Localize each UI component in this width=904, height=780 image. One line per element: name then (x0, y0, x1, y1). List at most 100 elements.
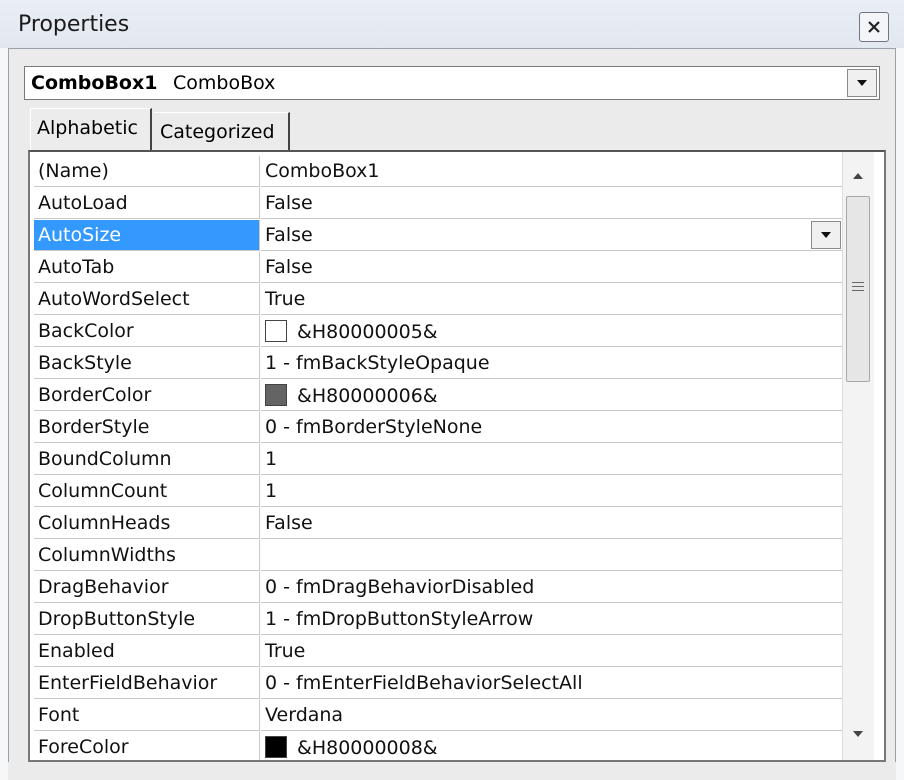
property-value-text: Verdana (265, 704, 344, 726)
property-value[interactable] (261, 540, 842, 571)
scroll-up-icon (853, 173, 863, 179)
property-value-text: False (265, 224, 313, 246)
grip-icon (852, 282, 864, 294)
property-value[interactable]: 1 (261, 444, 842, 475)
property-value[interactable]: ComboBox1 (261, 156, 842, 187)
property-row[interactable]: AutoWordSelect True (34, 284, 842, 316)
window-title: Properties (18, 12, 130, 37)
close-icon (868, 21, 880, 33)
property-value-text: 0 - fmDragBehaviorDisabled (265, 576, 535, 598)
property-row[interactable]: BackStyle 1 - fmBackStyleOpaque (34, 348, 842, 380)
property-row[interactable]: AutoLoad False (34, 188, 842, 220)
tab-categorized[interactable]: Categorized (154, 112, 290, 150)
property-name[interactable]: BorderStyle (34, 412, 260, 443)
close-button[interactable] (859, 12, 889, 42)
property-value-text: False (265, 192, 313, 214)
property-value[interactable]: True (261, 636, 842, 667)
property-name[interactable]: AutoLoad (34, 188, 260, 219)
property-name[interactable]: (Name) (34, 156, 260, 187)
property-row[interactable]: EnterFieldBehavior 0 - fmEnterFieldBehavi… (34, 668, 842, 700)
property-row[interactable]: BorderStyle 0 - fmBorderStyleNone (34, 412, 842, 444)
object-dropdown-button[interactable] (847, 69, 877, 97)
chevron-down-icon (821, 232, 831, 238)
property-name[interactable]: ColumnHeads (34, 508, 260, 539)
property-name[interactable]: EnterFieldBehavior (34, 668, 260, 699)
scroll-up-button[interactable] (843, 160, 873, 192)
property-row[interactable]: DragBehavior 0 - fmDragBehaviorDisabled (34, 572, 842, 604)
property-value[interactable]: 0 - fmBorderStyleNone (261, 412, 842, 443)
property-value[interactable]: 0 - fmEnterFieldBehaviorSelectAll (261, 668, 842, 699)
object-type: ComboBox (173, 72, 276, 94)
property-row[interactable]: BackColor &H80000005& (34, 316, 842, 348)
property-name[interactable]: Enabled (34, 636, 260, 667)
property-row[interactable]: ColumnCount 1 (34, 476, 842, 508)
scroll-thumb[interactable] (846, 196, 870, 382)
property-name[interactable]: BackColor (34, 316, 260, 347)
property-value[interactable]: &H80000006& (261, 380, 842, 411)
property-row[interactable]: ForeColor &H80000008& (34, 732, 842, 760)
property-row[interactable]: (Name) ComboBox1 (34, 156, 842, 188)
object-name: ComboBox1 (31, 72, 158, 94)
property-value-text: &H80000005& (297, 321, 438, 343)
color-swatch (265, 736, 287, 758)
property-value-text: 0 - fmBorderStyleNone (265, 416, 483, 438)
property-value-text: 1 - fmBackStyleOpaque (265, 352, 490, 374)
property-row[interactable]: Enabled True (34, 636, 842, 668)
property-name[interactable]: BorderColor (34, 380, 260, 411)
scroll-down-button[interactable] (843, 718, 873, 750)
property-value[interactable]: Verdana (261, 700, 842, 731)
property-row[interactable]: Font Verdana (34, 700, 842, 732)
property-name[interactable]: Font (34, 700, 260, 731)
property-name[interactable]: ColumnCount (34, 476, 260, 507)
property-value-text: False (265, 256, 313, 278)
property-row[interactable]: ColumnHeads False (34, 508, 842, 540)
property-name[interactable]: AutoSize (34, 220, 260, 251)
property-value-text: ComboBox1 (265, 160, 380, 182)
property-value-text: 1 (265, 448, 278, 470)
property-value-text: &H80000006& (297, 385, 438, 407)
property-name[interactable]: AutoTab (34, 252, 260, 283)
property-value-text: True (265, 640, 306, 662)
color-swatch (265, 320, 287, 342)
property-row[interactable]: AutoSize False (34, 220, 842, 252)
property-name[interactable]: AutoWordSelect (34, 284, 260, 315)
property-name[interactable]: ForeColor (34, 732, 260, 760)
property-row[interactable]: ColumnWidths (34, 540, 842, 572)
property-name[interactable]: ColumnWidths (34, 540, 260, 571)
property-name[interactable]: DropButtonStyle (34, 604, 260, 635)
property-value-text: &H80000008& (297, 737, 438, 759)
property-value[interactable]: 1 - fmBackStyleOpaque (261, 348, 842, 379)
property-row[interactable]: BorderColor &H80000006& (34, 380, 842, 412)
color-swatch (265, 384, 287, 406)
object-selector[interactable]: ComboBox1 ComboBox (24, 66, 880, 100)
property-value-text: 1 (265, 480, 278, 502)
property-row[interactable]: AutoTab False (34, 252, 842, 284)
property-value[interactable]: 1 (261, 476, 842, 507)
property-value[interactable]: False (261, 220, 842, 251)
property-row[interactable]: DropButtonStyle 1 - fmDropButtonStyleArro… (34, 604, 842, 636)
property-value[interactable]: True (261, 284, 842, 315)
scroll-down-icon (853, 731, 863, 737)
property-value[interactable]: 1 - fmDropButtonStyleArrow (261, 604, 842, 635)
property-name[interactable]: BoundColumn (34, 444, 260, 475)
property-value[interactable]: False (261, 508, 842, 539)
property-value[interactable]: &H80000005& (261, 316, 842, 347)
property-value-text: True (265, 288, 306, 310)
property-value[interactable]: 0 - fmDragBehaviorDisabled (261, 572, 842, 603)
property-name[interactable]: DragBehavior (34, 572, 260, 603)
property-grid: (Name) ComboBox1 AutoLoad False AutoSize Fals… (28, 150, 886, 762)
bottom-border (8, 762, 896, 780)
property-row[interactable]: BoundColumn 1 (34, 444, 842, 476)
property-value-text: False (265, 512, 313, 534)
property-value-text: 1 - fmDropButtonStyleArrow (265, 608, 534, 630)
value-dropdown-button[interactable] (811, 221, 841, 249)
property-value[interactable]: False (261, 252, 842, 283)
property-name[interactable]: BackStyle (34, 348, 260, 379)
property-value[interactable]: False (261, 188, 842, 219)
tab-alphabetic[interactable]: Alphabetic (30, 108, 152, 150)
vertical-scrollbar[interactable] (842, 152, 874, 760)
chevron-down-icon (857, 80, 867, 86)
property-value-text: 0 - fmEnterFieldBehaviorSelectAll (265, 672, 583, 694)
property-value[interactable]: &H80000008& (261, 732, 842, 760)
title-bar: Properties (0, 0, 904, 48)
